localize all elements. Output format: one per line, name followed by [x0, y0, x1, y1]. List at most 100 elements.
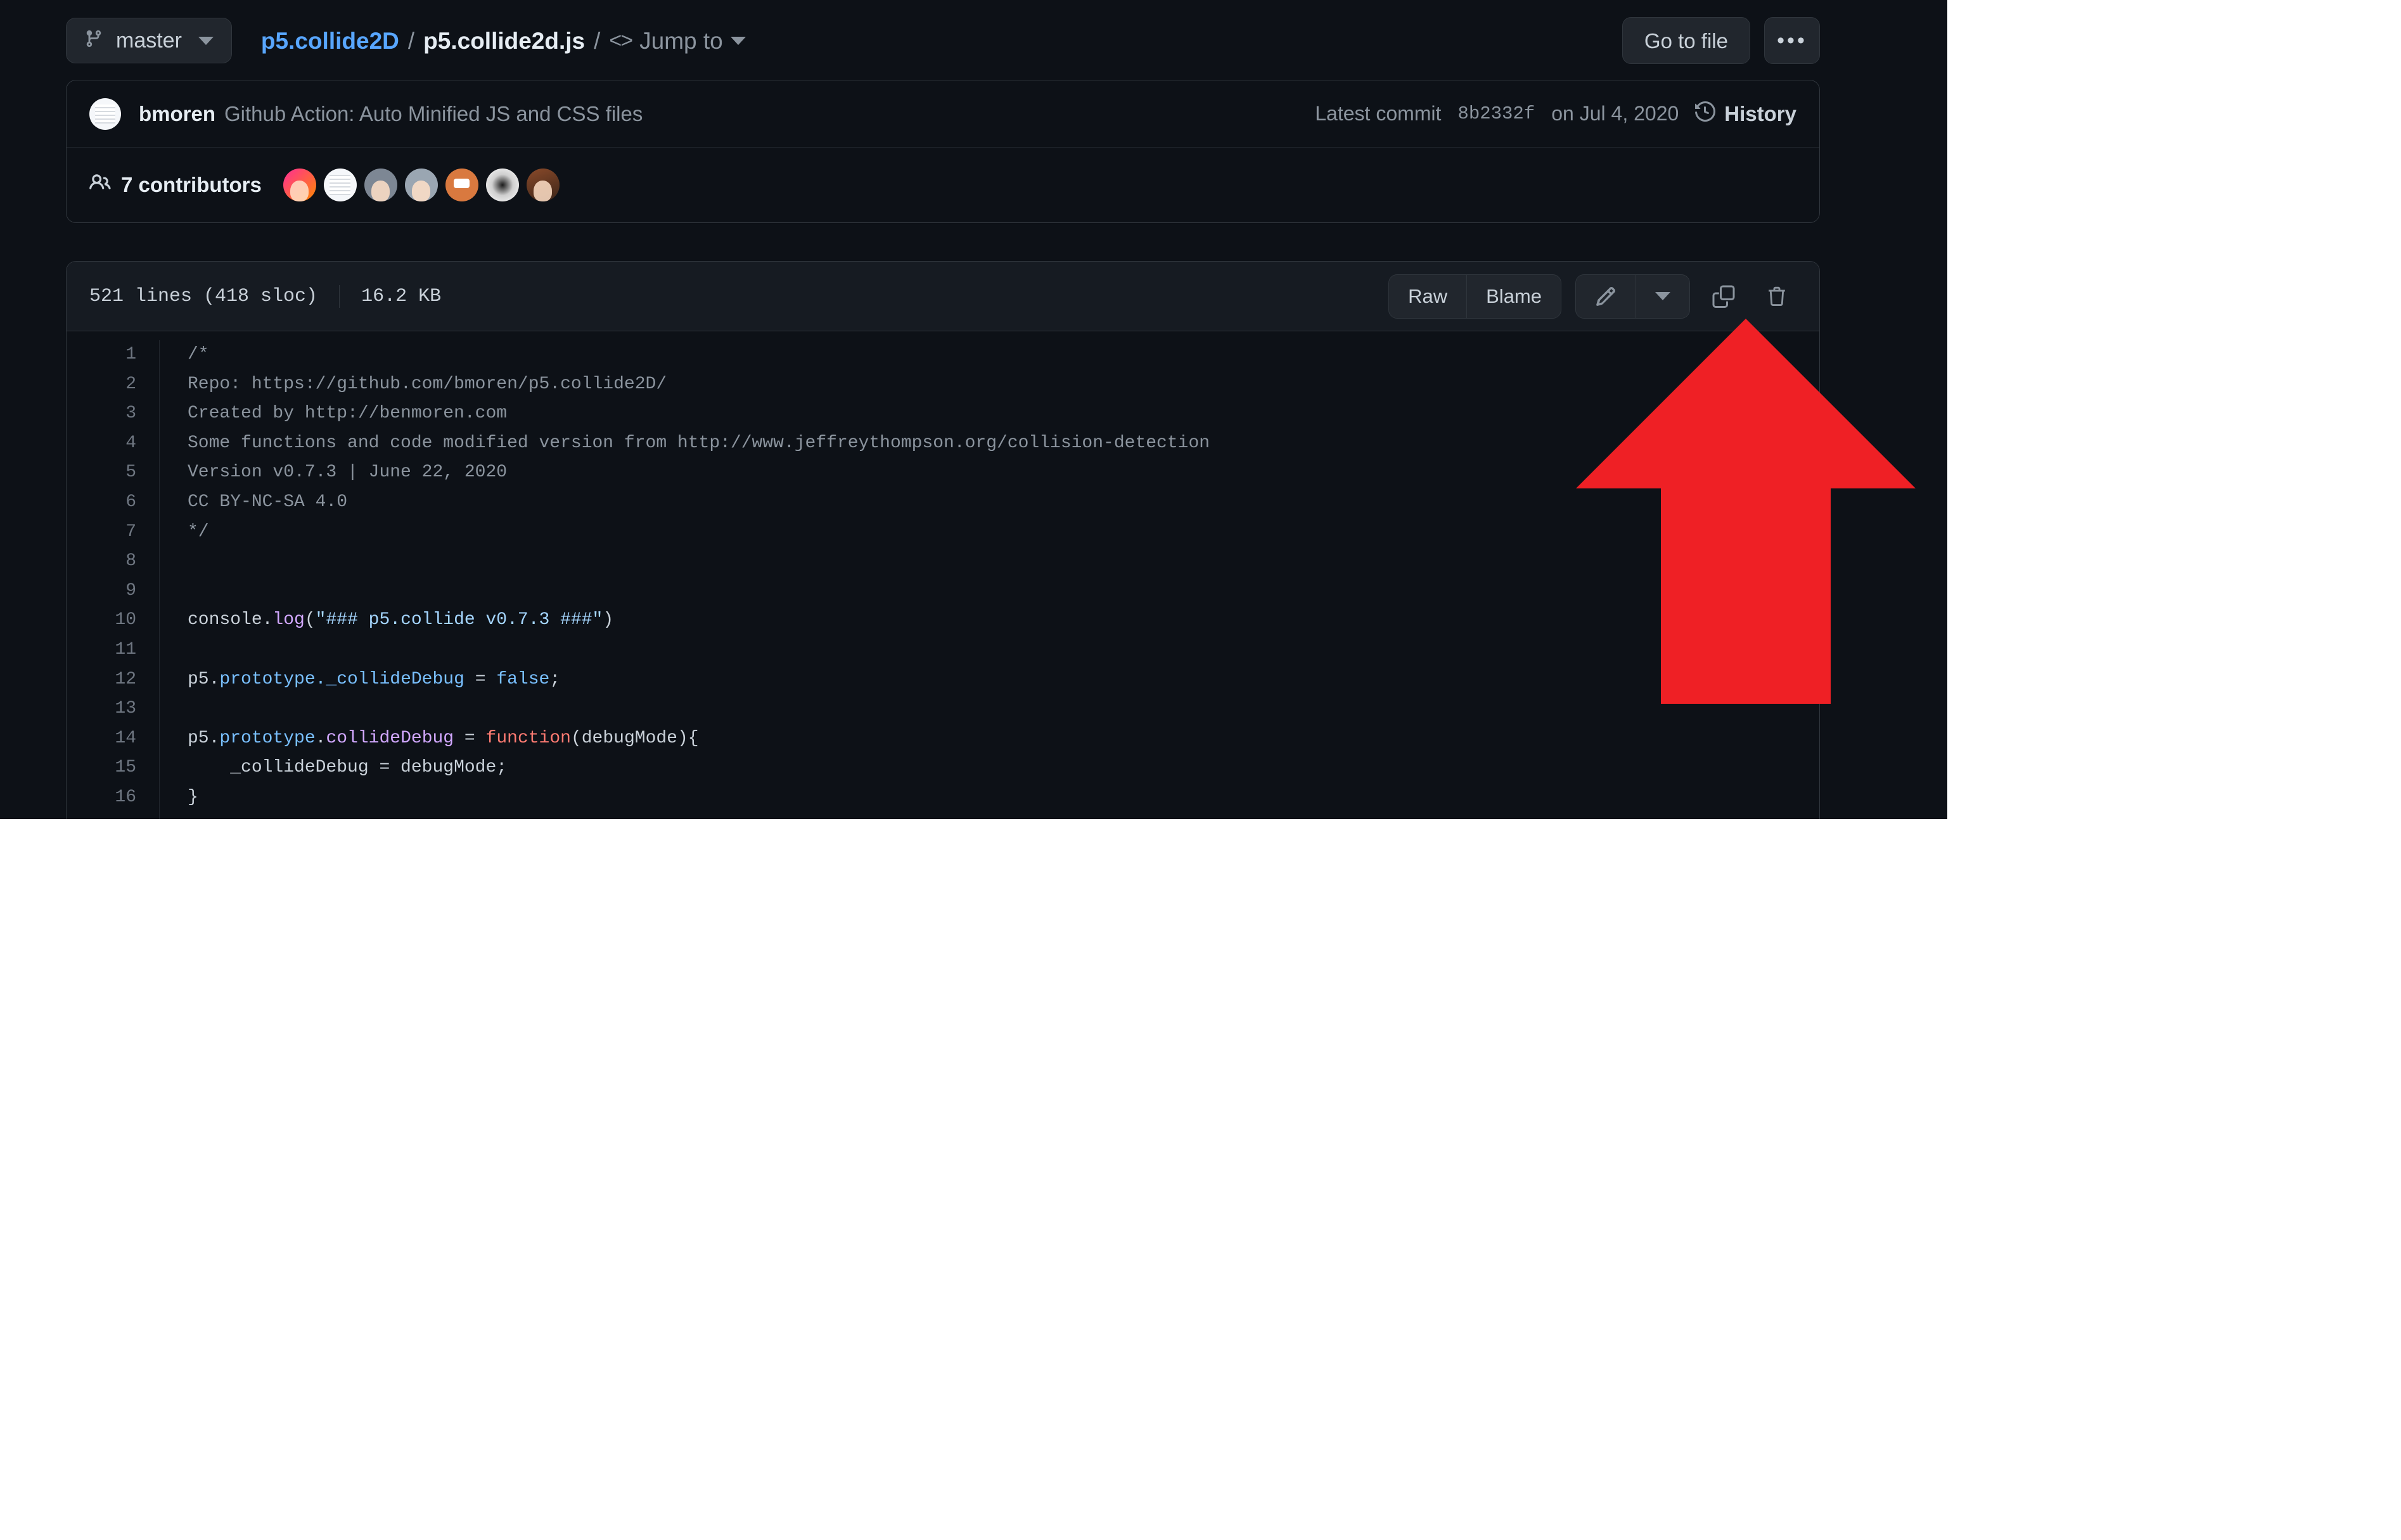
- code-line: 13: [67, 694, 1819, 724]
- code-token: (debugMode){: [570, 728, 699, 748]
- chevron-down-icon: [730, 36, 746, 45]
- code-line: 2 Repo: https://github.com/bmoren/p5.coll…: [67, 369, 1819, 400]
- branch-selector-button[interactable]: master: [66, 18, 232, 63]
- code-text: */: [160, 518, 209, 547]
- commit-row: bmoren Github Action: Auto Minified JS a…: [67, 80, 1819, 148]
- code-text: _collideDebug = debugMode;: [160, 753, 507, 783]
- commit-author-link[interactable]: bmoren: [139, 102, 215, 126]
- code-token: log: [272, 610, 305, 630]
- file-actions: Go to file •••: [1622, 17, 1820, 64]
- history-label: History: [1724, 101, 1796, 125]
- line-number[interactable]: 1: [67, 340, 160, 370]
- line-number[interactable]: 12: [67, 665, 160, 695]
- file-meta: 521 lines (418 sloc) 16.2 KB: [89, 284, 441, 308]
- latest-commit-label: Latest commit: [1315, 102, 1442, 125]
- trash-icon: [1769, 286, 1785, 306]
- git-branch-icon: [84, 29, 103, 53]
- code-text: p5.prototype._collideDebug = false;: [160, 665, 560, 695]
- file-navigation-bar: master p5.collide2D / p5.collide2d.js / …: [66, 0, 1820, 70]
- code-token: false: [496, 669, 550, 689]
- code-text: p5.prototype.collideDebug = function(deb…: [160, 724, 699, 754]
- code-token: =: [454, 728, 486, 748]
- jump-to-label: Jump to: [639, 27, 723, 54]
- line-number[interactable]: 2: [67, 369, 160, 400]
- code-token: Version v0.7.3 | June 22, 2020: [188, 462, 508, 483]
- breadcrumb-repo-link[interactable]: p5.collide2D: [261, 29, 399, 53]
- avatar[interactable]: [526, 169, 560, 201]
- breadcrumb: p5.collide2D / p5.collide2d.js / <> Jump…: [261, 29, 746, 53]
- edit-options-button[interactable]: [1636, 274, 1689, 318]
- pencil-icon: [1596, 286, 1616, 306]
- line-number[interactable]: 5: [67, 458, 160, 488]
- code-token: prototype: [219, 728, 316, 748]
- commit-message[interactable]: Github Action: Auto Minified JS and CSS …: [224, 102, 643, 126]
- contributors-row: 7 contributors: [67, 148, 1819, 222]
- avatar[interactable]: [485, 169, 519, 201]
- branch-name-label: master: [116, 29, 182, 53]
- avatar[interactable]: [364, 169, 397, 201]
- chevron-down-icon: [198, 36, 214, 45]
- jump-to-button[interactable]: <> Jump to: [609, 27, 746, 54]
- code-brackets-icon: <>: [609, 29, 633, 53]
- code-token: */: [188, 521, 209, 542]
- line-number[interactable]: 6: [67, 487, 160, 518]
- code-line: 17: [67, 812, 1819, 819]
- delete-file-button[interactable]: [1757, 277, 1796, 316]
- code-token: collideDebug: [326, 728, 454, 748]
- code-token: "### p5.collide v0.7.3 ###": [315, 610, 603, 630]
- code-text: }: [160, 783, 198, 813]
- code-text: Created by http://benmoren.com: [160, 399, 507, 429]
- code-line: 12 p5.prototype._collideDebug = false;: [67, 665, 1819, 695]
- commit-sha[interactable]: 8b2332f: [1457, 103, 1535, 124]
- file-toolbar: 521 lines (418 sloc) 16.2 KB Raw Blame: [67, 262, 1819, 331]
- line-number[interactable]: 13: [67, 694, 160, 724]
- avatar[interactable]: [283, 169, 316, 201]
- line-number[interactable]: 4: [67, 428, 160, 459]
- code-token: Repo: https://github.com/bmoren/p5.colli…: [188, 374, 667, 394]
- line-number[interactable]: 14: [67, 723, 160, 754]
- edit-group: [1575, 274, 1690, 319]
- avatar[interactable]: [323, 169, 357, 201]
- line-number[interactable]: 16: [67, 782, 160, 813]
- breadcrumb-separator-1: /: [407, 27, 415, 54]
- raw-button[interactable]: Raw: [1389, 274, 1467, 318]
- file-content-box: 521 lines (418 sloc) 16.2 KB Raw Blame 1…: [66, 261, 1820, 819]
- commit-date: on Jul 4, 2020: [1551, 102, 1679, 125]
- line-number[interactable]: 7: [67, 517, 160, 547]
- history-button[interactable]: History: [1695, 101, 1796, 127]
- copy-icon: [1712, 285, 1735, 308]
- avatar[interactable]: [89, 98, 121, 130]
- code-token: function: [485, 728, 571, 748]
- edit-file-button[interactable]: [1576, 274, 1636, 318]
- chevron-down-icon: [1655, 292, 1670, 300]
- code-token: _collideDebug = debugMode;: [188, 758, 508, 778]
- contributors-link[interactable]: 7 contributors: [89, 172, 262, 198]
- go-to-file-button[interactable]: Go to file: [1622, 17, 1750, 64]
- avatar[interactable]: [445, 169, 478, 201]
- code-token: (: [304, 610, 316, 630]
- line-number[interactable]: 11: [67, 635, 160, 665]
- code-listing[interactable]: 1 /* 2 Repo: https://github.com/bmoren/p5.c…: [67, 331, 1819, 819]
- line-number[interactable]: 3: [67, 399, 160, 429]
- more-options-button[interactable]: •••: [1764, 17, 1820, 64]
- line-number[interactable]: 10: [67, 606, 160, 635]
- code-line: 15 _collideDebug = debugMode;: [67, 753, 1819, 783]
- blame-button[interactable]: Blame: [1466, 274, 1561, 318]
- line-number[interactable]: 17: [67, 812, 160, 819]
- code-text: Repo: https://github.com/bmoren/p5.colli…: [160, 370, 667, 400]
- line-number[interactable]: 8: [67, 547, 160, 576]
- line-number[interactable]: 9: [67, 576, 160, 606]
- meta-divider: [339, 284, 340, 308]
- clock-history-icon: [1695, 101, 1716, 127]
- line-number[interactable]: 15: [67, 753, 160, 783]
- breadcrumb-separator-2: /: [594, 27, 601, 54]
- code-token: ): [603, 610, 614, 630]
- avatar[interactable]: [404, 169, 438, 201]
- code-token: Some functions and code modified version…: [188, 433, 1210, 453]
- contributor-avatars: [283, 169, 560, 201]
- copy-raw-contents-button[interactable]: [1704, 277, 1743, 316]
